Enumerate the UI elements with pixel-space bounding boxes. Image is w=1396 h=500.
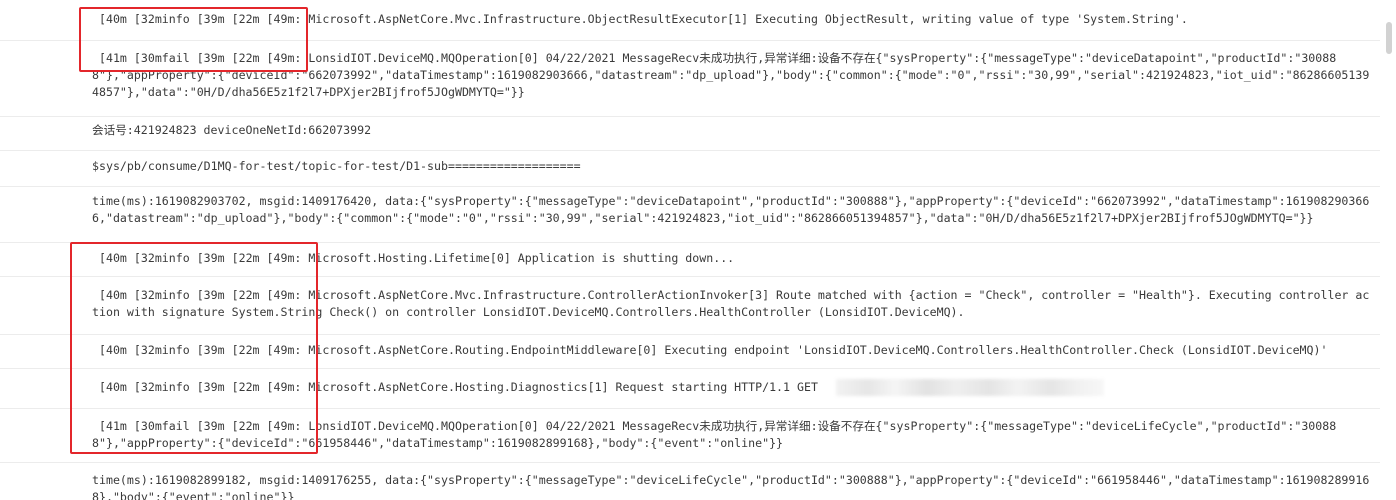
log-line: [41m [30mfail [39m [22m [49m: LonsidIOT.… — [92, 51, 1370, 99]
log-row-fail-device-datapoint: [41m [30mfail [39m [22m [49m: LonsidIOT.… — [0, 40, 1380, 117]
log-line: [41m [30mfail [39m [22m [49m: LonsidIOT.… — [92, 419, 1337, 450]
log-line: [40m [32minfo [39m [22m [49m: Microsoft.… — [92, 380, 818, 394]
log-line: [40m [32minfo [39m [22m [49m: Microsoft.… — [92, 288, 1370, 319]
log-line: time(ms):1619082899182, msgid:1409176255… — [92, 473, 1370, 500]
log-row-info-shutting-down: [40m [32minfo [39m [22m [49m: Microsoft.… — [0, 242, 1380, 277]
log-line: 会话号:421924823 deviceOneNetId:662073992 — [92, 123, 372, 137]
log-viewer: [40m [32minfo [39m [22m [49m: Microsoft.… — [0, 0, 1396, 500]
log-row-session-id: 会话号:421924823 deviceOneNetId:662073992 — [0, 116, 1380, 151]
log-line: [40m [32minfo [39m [22m [49m: Microsoft.… — [92, 343, 1328, 357]
log-line: [40m [32minfo [39m [22m [49m: Microsoft.… — [92, 12, 1188, 26]
log-row-time-msg-lifecycle: time(ms):1619082899182, msgid:1409176255… — [0, 462, 1380, 500]
log-row-topic: $sys/pb/consume/D1MQ-for-test/topic-for-… — [0, 150, 1380, 187]
log-row-info-object-result: [40m [32minfo [39m [22m [49m: Microsoft.… — [0, 0, 1380, 40]
redacted-url-area — [836, 379, 1104, 396]
scrollbar-thumb[interactable] — [1386, 22, 1392, 54]
log-row-info-request-starting: [40m [32minfo [39m [22m [49m: Microsoft.… — [0, 368, 1380, 409]
log-row-info-executing-endpoint: [40m [32minfo [39m [22m [49m: Microsoft.… — [0, 334, 1380, 369]
log-row-info-route-matched: [40m [32minfo [39m [22m [49m: Microsoft.… — [0, 276, 1380, 335]
log-line: time(ms):1619082903702, msgid:1409176420… — [92, 194, 1370, 225]
log-line: $sys/pb/consume/D1MQ-for-test/topic-for-… — [92, 159, 581, 173]
log-line: [40m [32minfo [39m [22m [49m: Microsoft.… — [92, 251, 735, 265]
log-row-fail-device-lifecycle: [41m [30mfail [39m [22m [49m: LonsidIOT.… — [0, 408, 1380, 463]
log-row-time-msg-datapoint: time(ms):1619082903702, msgid:1409176420… — [0, 186, 1380, 243]
vertical-scrollbar[interactable] — [1380, 0, 1396, 500]
